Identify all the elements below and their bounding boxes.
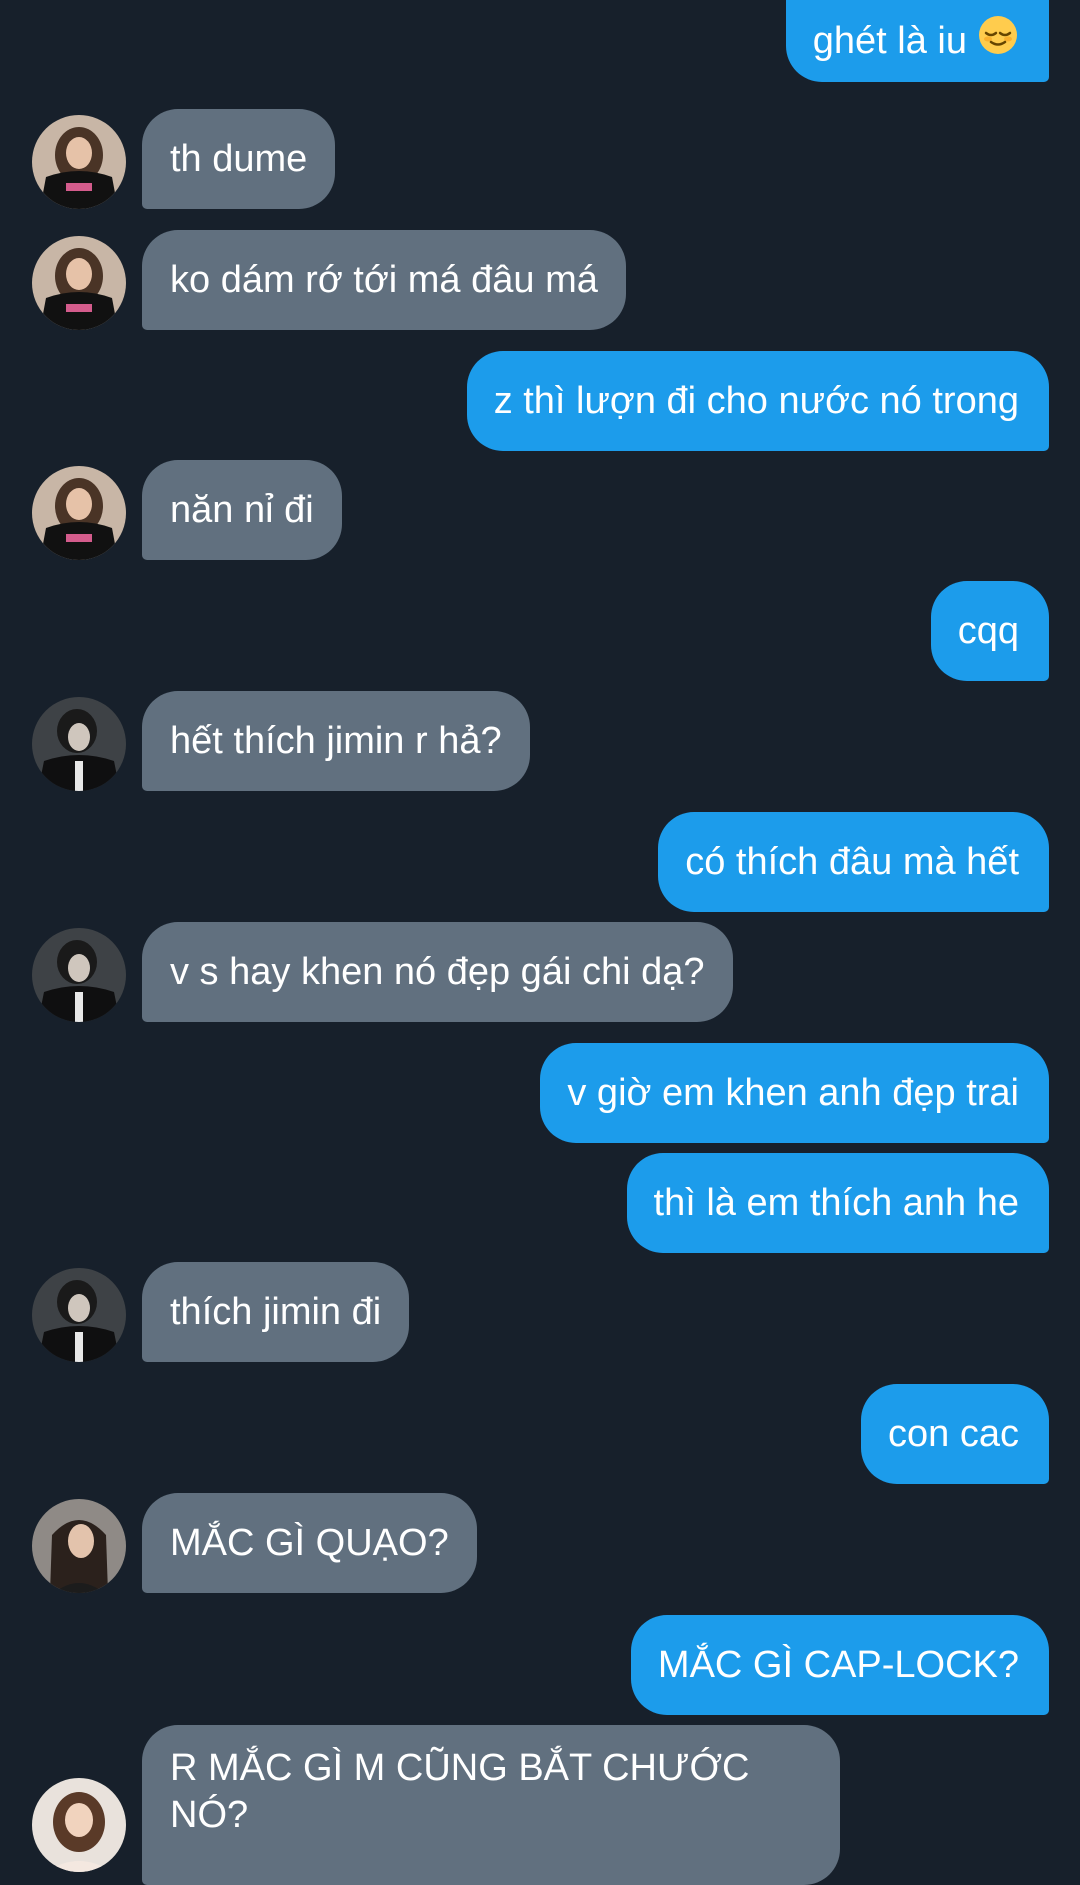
avatar-girl-long-hair[interactable] (32, 1499, 126, 1593)
message-text: con cac (888, 1412, 1019, 1455)
incoming-message[interactable]: MẮC GÌ QUẠO? (142, 1493, 477, 1593)
outgoing-message[interactable]: con cac (861, 1384, 1049, 1484)
avatar-boy-dark-jacket[interactable] (32, 697, 126, 791)
message-text: th dume (170, 137, 308, 180)
incoming-message[interactable]: th dume (142, 109, 336, 209)
avatar-boy-dark-jacket[interactable] (32, 1268, 126, 1362)
incoming-message[interactable]: thích jimin đi (142, 1262, 410, 1362)
incoming-message[interactable]: v s hay khen nó đẹp gái chi dạ? (142, 922, 733, 1022)
message-text: v s hay khen nó đẹp gái chi dạ? (170, 950, 705, 993)
avatar-girl-black-shirt[interactable] (32, 115, 126, 209)
message-text: có thích đâu mà hết (685, 840, 1019, 883)
avatar-boy-dark-jacket[interactable] (32, 928, 126, 1022)
message-text: MẮC GÌ CAP-LOCK? (657, 1643, 1019, 1686)
avatar-girl-light-top[interactable] (32, 1778, 126, 1872)
message-text: MẮC GÌ QUẠO? (170, 1521, 449, 1564)
outgoing-message[interactable]: có thích đâu mà hết (658, 812, 1049, 912)
relieved-face-icon (977, 14, 1019, 68)
message-text: z thì lượn đi cho nước nó trong (493, 379, 1019, 422)
incoming-message[interactable]: hết thích jimin r hả? (142, 691, 530, 791)
incoming-message[interactable]: R MẮC GÌ M CŨNG BẮT CHƯỚC NÓ? (142, 1725, 840, 1885)
message-text: cqq (957, 609, 1019, 652)
outgoing-message[interactable]: cqq (930, 581, 1049, 681)
message-text: v giờ em khen anh đẹp trai (567, 1071, 1019, 1114)
outgoing-message[interactable]: MẮC GÌ CAP-LOCK? (630, 1615, 1049, 1715)
avatar-girl-black-shirt[interactable] (32, 236, 126, 330)
incoming-message[interactable]: ko dám rớ tới má đâu má (142, 230, 626, 330)
outgoing-message[interactable]: thì là em thích anh he (626, 1153, 1049, 1253)
outgoing-message[interactable]: ghét là iu (785, 0, 1049, 82)
outgoing-message[interactable]: v giờ em khen anh đẹp trai (540, 1043, 1049, 1143)
message-text: năn nỉ đi (170, 488, 314, 531)
message-text: thích jimin đi (170, 1290, 382, 1333)
message-text: ko dám rớ tới má đâu má (170, 258, 598, 301)
incoming-message[interactable]: năn nỉ đi (142, 460, 342, 560)
avatar-girl-black-shirt[interactable] (32, 466, 126, 560)
chat-thread[interactable]: ghét là iu th dume ko dám rớ tới má đâu … (0, 0, 1080, 1885)
message-text: R MẮC GÌ M CŨNG BẮT CHƯỚC NÓ? (170, 1747, 750, 1836)
outgoing-message[interactable]: z thì lượn đi cho nước nó trong (466, 351, 1049, 451)
message-text: thì là em thích anh he (653, 1181, 1019, 1224)
message-text: hết thích jimin r hả? (170, 719, 502, 762)
message-text: ghét là iu (812, 19, 967, 62)
